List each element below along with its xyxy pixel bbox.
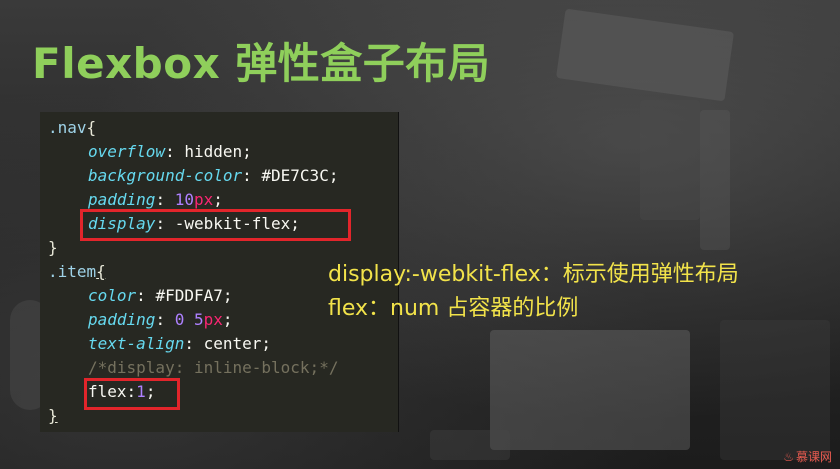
css-number: 10 <box>174 190 194 209</box>
brace: } <box>48 406 58 425</box>
background-book-shape <box>700 110 730 250</box>
css-property: padding <box>88 190 156 209</box>
background-book-shape <box>640 100 700 220</box>
css-number: 0 <box>174 310 185 329</box>
code-line-text-align: text-align: center; <box>88 334 272 353</box>
flame-icon: ♨ <box>783 450 794 464</box>
highlight-box-flex <box>84 378 180 410</box>
background-device-shape <box>720 320 830 460</box>
css-number: 5 <box>193 310 204 329</box>
css-selector: .item <box>48 262 97 281</box>
css-value: #FDDFA7 <box>155 286 223 305</box>
code-comment: /*display: inline-block;*/ <box>88 358 339 377</box>
brace: } <box>48 238 58 257</box>
css-value: center <box>203 334 262 353</box>
background-paper-shape <box>490 330 690 450</box>
css-unit: px <box>193 190 214 209</box>
css-property: text-align <box>88 334 185 353</box>
code-line-close-brace: } <box>48 236 58 260</box>
note-display-flex: display:-webkit-flex：标示使用弹性布局 <box>328 262 739 287</box>
note-flex-ratio: flex：num 占容器的比例 <box>328 296 579 321</box>
background-keyboard-shape <box>555 8 735 102</box>
css-value: #DE7C3C <box>261 166 329 185</box>
watermark-logo: ♨ 慕课网 <box>783 448 832 465</box>
code-line-overflow: overflow: hidden; <box>88 142 252 161</box>
highlight-box-display <box>80 209 351 241</box>
css-property: color <box>88 286 137 305</box>
code-line-close-brace: } <box>48 404 58 428</box>
code-line-color: color: #FDDFA7; <box>88 286 233 305</box>
css-property: background-color <box>88 166 243 185</box>
watermark-text: 慕课网 <box>795 450 832 464</box>
code-line-item-selector: .item{ <box>48 260 106 284</box>
code-line-comment: /*display: inline-block;*/ <box>48 356 338 380</box>
css-unit: px <box>203 310 223 329</box>
css-property: overflow <box>88 142 166 161</box>
code-line-item-padding: padding: 0 5px; <box>88 310 233 329</box>
css-value: hidden <box>184 142 243 161</box>
css-property: padding <box>88 310 156 329</box>
background-phone-shape <box>430 430 510 460</box>
brace: { <box>96 262 106 281</box>
slide-title: Flexbox 弹性盒子布局 <box>32 39 491 88</box>
code-line-nav-selector: .nav{ <box>48 116 96 140</box>
brace: { <box>86 118 97 137</box>
code-line-background-color: background-color: #DE7C3C; <box>88 166 339 185</box>
css-selector: .nav <box>48 118 87 137</box>
